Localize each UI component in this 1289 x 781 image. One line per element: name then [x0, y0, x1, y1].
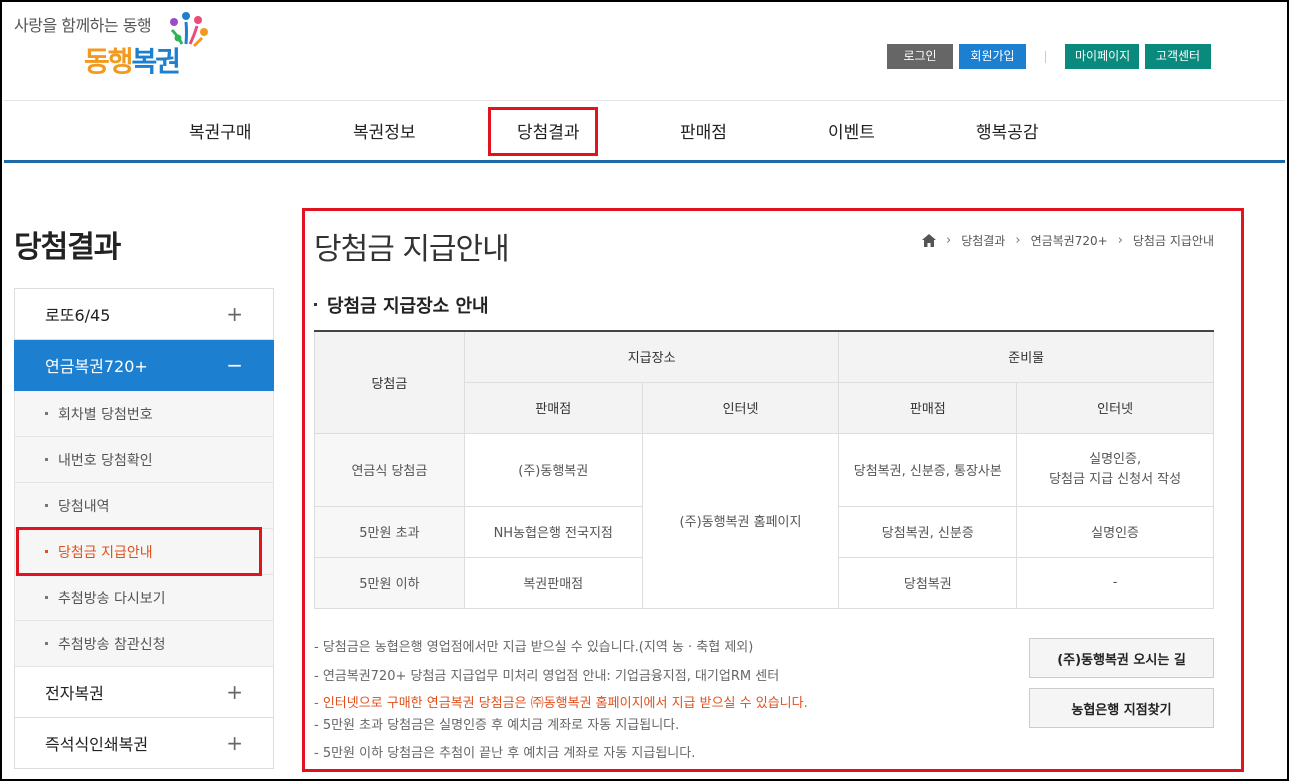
sidebar-sub-label: 추첨방송 참관신청	[58, 636, 166, 653]
sidebar-item-label: 즉석식인쇄복권	[45, 735, 149, 754]
bullet-icon	[45, 412, 48, 415]
breadcrumb-item[interactable]: 당첨결과	[961, 232, 1005, 249]
header-prep-store: 판매점	[838, 381, 1018, 434]
cell-store-place: 복권판매점	[463, 556, 643, 609]
sidebar-item-pension720[interactable]: 연금복권720+ −	[14, 340, 274, 391]
customer-center-button[interactable]: 고객센터	[1145, 44, 1211, 69]
header-prep-internet: 인터넷	[1016, 381, 1214, 434]
sidebar-sub-label: 회차별 당첨번호	[58, 406, 153, 423]
bullet-icon	[45, 642, 48, 645]
header-prep: 준비물	[838, 330, 1214, 383]
cell-prep-store: 당첨복권, 신분증	[838, 505, 1018, 558]
nav-lottery-info[interactable]: 복권정보	[353, 118, 416, 143]
plus-icon: +	[226, 731, 243, 755]
note-item: - 5만원 이하 당첨금은 추첨이 끝난 후 예치금 계좌로 자동 지급됩니다.	[314, 746, 696, 761]
util-divider	[1045, 50, 1046, 63]
sidebar-item-label: 연금복권720+	[45, 357, 148, 376]
cell-prize: 5만원 초과	[314, 505, 465, 558]
cell-internet-place: (주)동행복권 홈페이지	[641, 432, 840, 609]
note-item: - 연금복권720+ 당첨금 지급업무 미처리 영업점 안내: 기업금융지점, …	[314, 669, 780, 684]
logo-tagline: 사랑을 함께하는 동행	[14, 16, 152, 35]
chevron-right-icon: ›	[1117, 233, 1123, 248]
section-title-text: 당첨금 지급장소 안내	[327, 296, 489, 317]
chevron-right-icon: ›	[945, 233, 952, 248]
mypage-button[interactable]: 마이페이지	[1065, 44, 1139, 69]
nav-active-highlight	[488, 107, 598, 156]
header-place: 지급장소	[463, 330, 840, 383]
cell-line: 실명인증,	[1089, 451, 1142, 467]
nav-happiness[interactable]: 행복공감	[976, 118, 1039, 143]
sidebar-sub-winning-history[interactable]: 당첨내역	[14, 483, 274, 529]
bullet-icon	[314, 302, 317, 306]
sidebar-sub-draw-attend[interactable]: 추첨방송 참관신청	[14, 621, 274, 667]
cell-prep-store: 당첨복권	[838, 556, 1018, 609]
cell-prep-internet: -	[1016, 556, 1214, 609]
join-button[interactable]: 회원가입	[959, 44, 1026, 69]
cell-prize: 연금식 당첨금	[314, 432, 465, 507]
sidebar-item-instant-print[interactable]: 즉석식인쇄복권 +	[14, 718, 274, 769]
sidebar-sub-label: 내번호 당첨확인	[58, 452, 153, 469]
table-row: 연금식 당첨금 (주)동행복권 (주)동행복권 홈페이지 당첨복권, 신분증, …	[314, 432, 1214, 609]
utility-nav: 로그인 회원가입 마이페이지 고객센터	[881, 44, 1211, 69]
bullet-icon	[45, 458, 48, 461]
plus-icon: +	[226, 680, 243, 704]
header-place-internet: 인터넷	[641, 381, 840, 434]
breadcrumb: › 당첨결과 › 연금복권720+ › 당첨금 지급안내	[921, 232, 1214, 249]
breadcrumb-item[interactable]: 연금복권720+	[1031, 232, 1108, 249]
sidebar-item-electronic[interactable]: 전자복권 +	[14, 667, 274, 718]
plus-icon: +	[226, 302, 243, 326]
sidebar-item-label: 로또6/45	[45, 306, 111, 325]
section-title: 당첨금 지급장소 안내	[314, 292, 489, 318]
nav-lottery-purchase[interactable]: 복권구매	[189, 118, 252, 143]
logo-mark-icon	[170, 12, 208, 48]
chevron-right-icon: ›	[1015, 233, 1021, 248]
nh-branch-search-button[interactable]: 농협은행 지점찾기	[1029, 688, 1214, 728]
main-nav: 복권구매 복권정보 당첨결과 판매점 이벤트 행복공감	[4, 101, 1285, 163]
sidebar-title: 당첨결과	[14, 230, 121, 265]
sidebar-item-label: 전자복권	[45, 684, 104, 703]
cell-store-place: NH농협은행 전국지점	[463, 505, 643, 558]
sidebar-active-highlight	[16, 527, 262, 576]
bullet-icon	[45, 504, 48, 507]
home-icon[interactable]	[921, 234, 936, 247]
cell-prep-internet: 실명인증, 당첨금 지급 신청서 작성	[1016, 432, 1214, 507]
directions-button[interactable]: (주)동행복권 오시는 길	[1029, 638, 1214, 678]
sidebar-sub-draw-replay[interactable]: 추첨방송 다시보기	[14, 575, 274, 621]
sidebar-sub-round-numbers[interactable]: 회차별 당첨번호	[14, 391, 274, 437]
table-header-row: 당첨금 지급장소 준비물	[314, 330, 1214, 434]
logo-name-orange: 동행	[84, 45, 134, 78]
sidebar-item-lotto645[interactable]: 로또6/45 +	[14, 289, 274, 340]
cell-store-place: (주)동행복권	[463, 432, 643, 507]
minus-icon: −	[226, 353, 243, 377]
cell-prep-internet: 실명인증	[1016, 505, 1214, 558]
payment-place-table: 당첨금 지급장소 준비물 판매점 인터넷 판매점 인터넷 연금식 당첨금 (주)…	[314, 330, 1214, 609]
page-title: 당첨금 지급안내	[314, 232, 510, 267]
site-logo[interactable]: 사랑을 함께하는 동행 동행복권	[14, 10, 214, 85]
breadcrumb-item[interactable]: 당첨금 지급안내	[1133, 232, 1214, 249]
nav-events[interactable]: 이벤트	[828, 118, 875, 143]
bullet-icon	[45, 596, 48, 599]
header-place-store: 판매점	[463, 381, 643, 434]
sidebar-sub-label: 당첨내역	[58, 498, 110, 515]
login-button[interactable]: 로그인	[887, 44, 953, 69]
header-prize: 당첨금	[314, 330, 465, 434]
sidebar-sub-check-my-number[interactable]: 내번호 당첨확인	[14, 437, 274, 483]
cell-line: 당첨금 지급 신청서 작성	[1049, 471, 1182, 487]
sidebar-sub-label: 추첨방송 다시보기	[58, 590, 166, 607]
note-item: - 당첨금은 농협은행 영업점에서만 지급 받으실 수 있습니다.(지역 농 ·…	[314, 640, 754, 655]
nav-stores[interactable]: 판매점	[680, 118, 727, 143]
cell-prize: 5만원 이하	[314, 556, 465, 609]
note-item: - 5만원 초과 당첨금은 실명인증 후 예치금 계좌로 자동 지급됩니다.	[314, 718, 680, 733]
cell-prep-store: 당첨복권, 신분증, 통장사본	[838, 432, 1018, 507]
note-item-highlight: - 인터넷으로 구매한 연금복권 당첨금은 ㈜동행복권 홈페이지에서 지급 받으…	[314, 696, 808, 711]
